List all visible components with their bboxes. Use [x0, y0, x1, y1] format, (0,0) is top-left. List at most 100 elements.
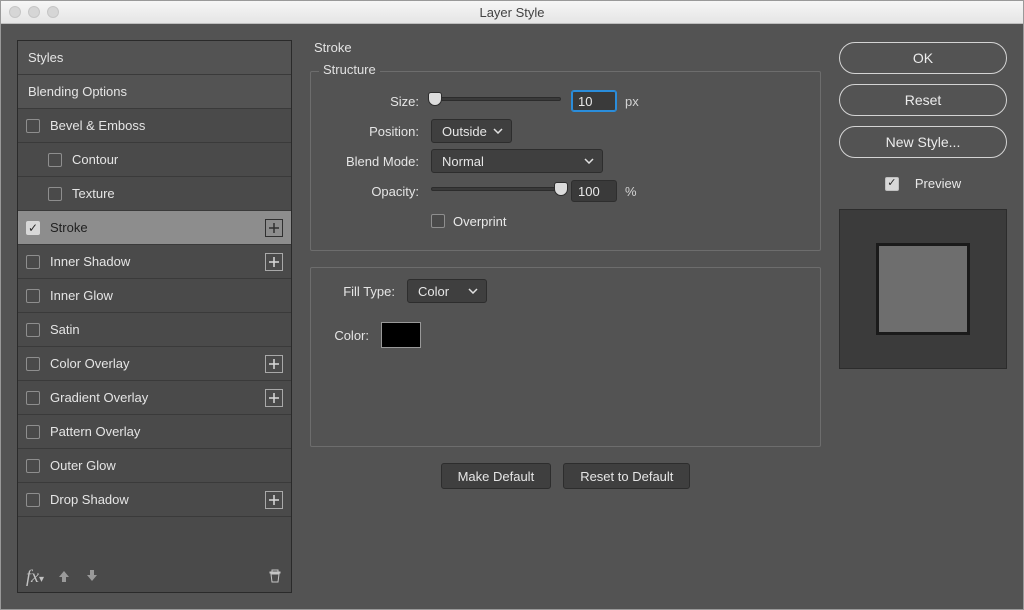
effect-checkbox[interactable]: ✓ — [26, 459, 40, 473]
opacity-slider[interactable] — [431, 187, 561, 195]
sidebar-item-pattern-overlay[interactable]: ✓ Pattern Overlay — [18, 415, 291, 449]
size-unit: px — [625, 94, 639, 109]
close-icon[interactable] — [9, 6, 21, 18]
sidebar-item-inner-shadow[interactable]: ✓ Inner Shadow — [18, 245, 291, 279]
sidebar-item-blending-options[interactable]: Blending Options — [18, 75, 291, 109]
sidebar-item-drop-shadow[interactable]: ✓ Drop Shadow — [18, 483, 291, 517]
sidebar-item-label: Styles — [28, 50, 63, 65]
trash-icon[interactable] — [267, 568, 283, 584]
fill-type-value: Color — [418, 284, 449, 299]
plus-icon[interactable] — [265, 219, 283, 237]
structure-legend: Structure — [319, 62, 380, 77]
effect-checkbox[interactable]: ✓ — [26, 255, 40, 269]
sidebar-item-outer-glow[interactable]: ✓ Outer Glow — [18, 449, 291, 483]
size-input[interactable] — [571, 90, 617, 112]
main-panel: Stroke Structure Size: px Position: Outs… — [310, 40, 821, 593]
button-label: OK — [913, 50, 933, 66]
effect-checkbox[interactable]: ✓ — [26, 357, 40, 371]
preview-checkbox[interactable] — [885, 177, 899, 191]
sidebar-item-gradient-overlay[interactable]: ✓ Gradient Overlay — [18, 381, 291, 415]
fill-group: Fill Type: Color Color: — [310, 267, 821, 447]
size-label: Size: — [325, 94, 419, 109]
sidebar-item-bevel-emboss[interactable]: ✓ Bevel & Emboss — [18, 109, 291, 143]
window-title: Layer Style — [479, 5, 544, 20]
sidebar-item-label: Pattern Overlay — [50, 424, 140, 439]
chevron-down-icon — [493, 128, 503, 134]
overprint-checkbox[interactable] — [431, 214, 445, 228]
opacity-input[interactable] — [571, 180, 617, 202]
sidebar-item-label: Inner Shadow — [50, 254, 130, 269]
plus-icon[interactable] — [265, 389, 283, 407]
window-controls[interactable] — [9, 6, 59, 18]
sidebar-item-color-overlay[interactable]: ✓ Color Overlay — [18, 347, 291, 381]
preview-label: Preview — [915, 176, 961, 191]
fill-type-label: Fill Type: — [325, 284, 395, 299]
button-label: Make Default — [458, 469, 535, 484]
section-title: Stroke — [310, 40, 821, 55]
blend-mode-select[interactable]: Normal — [431, 149, 603, 173]
plus-icon[interactable] — [265, 355, 283, 373]
preview-panel — [839, 209, 1007, 369]
blend-mode-value: Normal — [442, 154, 484, 169]
preview-swatch — [876, 243, 970, 335]
chevron-down-icon — [584, 158, 594, 164]
sidebar-item-styles[interactable]: Styles — [18, 41, 291, 75]
button-label: Reset — [905, 92, 942, 108]
structure-group: Structure Size: px Position: Outside — [310, 71, 821, 251]
effect-checkbox[interactable]: ✓ — [26, 119, 40, 133]
ok-button[interactable]: OK — [839, 42, 1007, 74]
window-titlebar: Layer Style — [1, 1, 1023, 24]
sidebar-item-label: Contour — [72, 152, 118, 167]
effect-checkbox[interactable]: ✓ — [26, 221, 40, 235]
sidebar-item-label: Outer Glow — [50, 458, 116, 473]
layer-style-window: Layer Style Styles Blending Options ✓ Bev… — [0, 0, 1024, 610]
sidebar-footer: fx▾ — [18, 560, 291, 592]
new-style-button[interactable]: New Style... — [839, 126, 1007, 158]
sidebar-item-label: Color Overlay — [50, 356, 129, 371]
blend-mode-label: Blend Mode: — [325, 154, 419, 169]
opacity-label: Opacity: — [325, 184, 419, 199]
position-label: Position: — [325, 124, 419, 139]
effect-checkbox[interactable]: ✓ — [26, 391, 40, 405]
arrow-up-icon[interactable] — [56, 568, 72, 584]
effect-checkbox[interactable]: ✓ — [48, 187, 62, 201]
color-label: Color: — [325, 328, 369, 343]
sidebar-item-satin[interactable]: ✓ Satin — [18, 313, 291, 347]
fill-type-select[interactable]: Color — [407, 279, 487, 303]
sidebar-item-label: Inner Glow — [50, 288, 113, 303]
sidebar-item-label: Drop Shadow — [50, 492, 129, 507]
plus-icon[interactable] — [265, 491, 283, 509]
position-value: Outside — [442, 124, 487, 139]
plus-icon[interactable] — [265, 253, 283, 271]
sidebar-item-stroke[interactable]: ✓ Stroke — [18, 211, 291, 245]
sidebar-item-label: Stroke — [50, 220, 88, 235]
action-column: OK Reset New Style... Preview — [839, 40, 1007, 593]
make-default-button[interactable]: Make Default — [441, 463, 552, 489]
button-label: Reset to Default — [580, 469, 673, 484]
sidebar-item-label: Blending Options — [28, 84, 127, 99]
effects-sidebar: Styles Blending Options ✓Bevel & Emboss✓… — [17, 40, 292, 593]
sidebar-item-label: Texture — [72, 186, 115, 201]
effect-checkbox[interactable]: ✓ — [26, 289, 40, 303]
maximize-icon[interactable] — [47, 6, 59, 18]
effect-checkbox[interactable]: ✓ — [26, 493, 40, 507]
effect-checkbox[interactable]: ✓ — [48, 153, 62, 167]
size-slider[interactable] — [431, 97, 561, 105]
effect-checkbox[interactable]: ✓ — [26, 425, 40, 439]
sidebar-item-label: Gradient Overlay — [50, 390, 148, 405]
sidebar-item-texture[interactable]: ✓ Texture — [18, 177, 291, 211]
fx-icon[interactable]: fx▾ — [26, 566, 44, 587]
sidebar-item-label: Satin — [50, 322, 80, 337]
effect-checkbox[interactable]: ✓ — [26, 323, 40, 337]
sidebar-item-inner-glow[interactable]: ✓ Inner Glow — [18, 279, 291, 313]
sidebar-item-contour[interactable]: ✓ Contour — [18, 143, 291, 177]
sidebar-item-label: Bevel & Emboss — [50, 118, 145, 133]
button-label: New Style... — [886, 134, 961, 150]
arrow-down-icon[interactable] — [84, 568, 100, 584]
color-swatch[interactable] — [381, 322, 421, 348]
reset-button[interactable]: Reset — [839, 84, 1007, 116]
position-select[interactable]: Outside — [431, 119, 512, 143]
overprint-label: Overprint — [453, 214, 506, 229]
reset-to-default-button[interactable]: Reset to Default — [563, 463, 690, 489]
minimize-icon[interactable] — [28, 6, 40, 18]
